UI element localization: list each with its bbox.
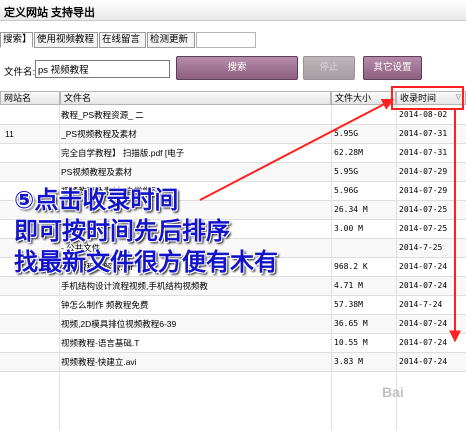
watermark: Bai: [382, 384, 404, 400]
annotation-line-3: 找最新文件很方便有木有: [14, 248, 278, 276]
annotation-line-1: ⑤点击收录时间: [14, 186, 179, 214]
annotation-line-2: 即可按时间先后排序: [14, 217, 230, 245]
annotation-text: ⑤点击收录时间 即可按时间先后排序 找最新文件很方便有木有: [14, 185, 364, 278]
